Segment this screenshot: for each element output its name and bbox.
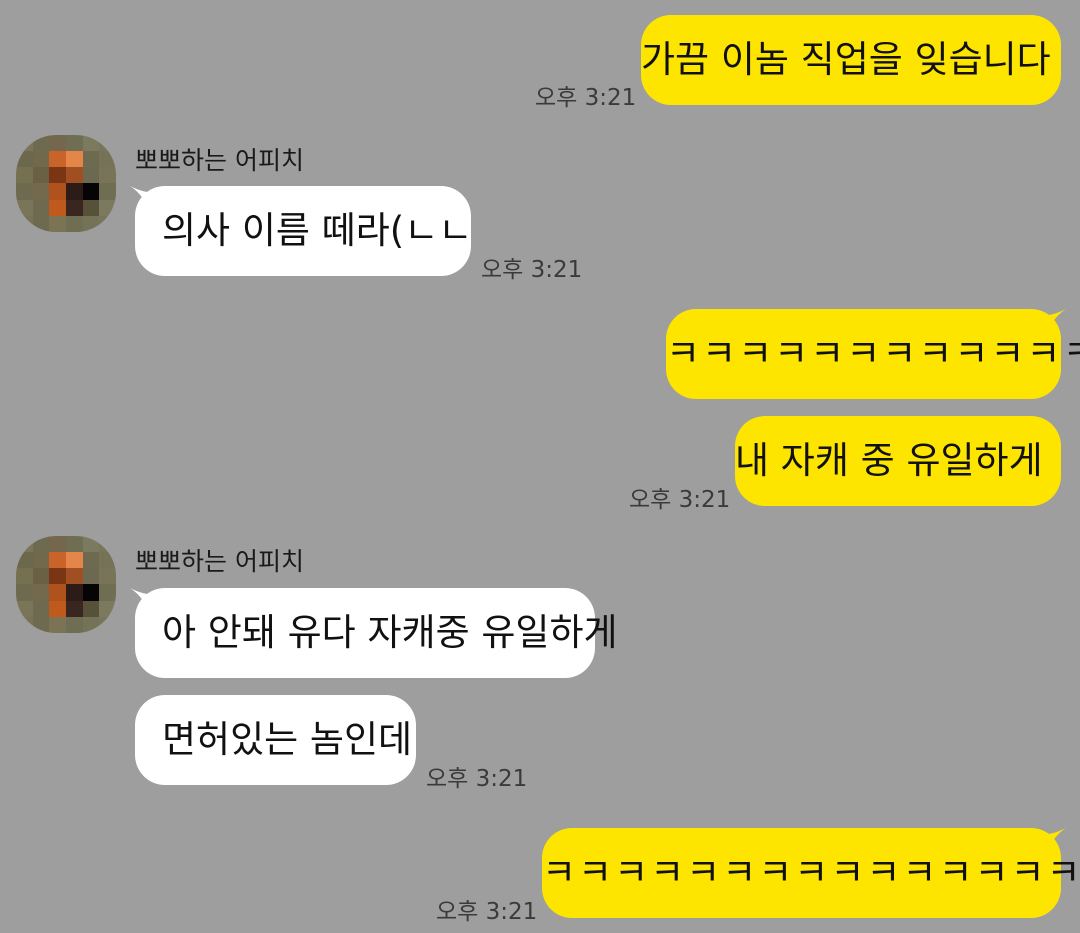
avatar[interactable] [16, 536, 116, 633]
message-timestamp: 오후 3:21 [436, 899, 538, 925]
message-bubble-other[interactable]: 면허있는 놈인데 [135, 695, 416, 785]
message-bubble-mine[interactable]: 가끔 이놈 직업을 잊습니다 [641, 15, 1061, 105]
message-bubble-other[interactable]: 아 안돼 유다 자캐중 유일하게 [135, 588, 618, 678]
message-bubble-mine[interactable]: ㅋㅋㅋㅋㅋㅋㅋㅋㅋㅋㅋㅋ [666, 309, 1080, 399]
avatar[interactable] [16, 135, 116, 232]
message-bubble-mine[interactable]: ㅋㅋㅋㅋㅋㅋㅋㅋㅋㅋㅋㅋㅋㅋㅋㅋ [542, 828, 1080, 918]
message-timestamp: 오후 3:21 [426, 766, 528, 792]
message-bubble-mine[interactable]: 내 자캐 중 유일하게 [735, 416, 1061, 506]
sender-name: 뽀뽀하는 어피치 [135, 146, 304, 175]
message-timestamp: 오후 3:21 [629, 487, 731, 513]
message-bubble-other[interactable]: 의사 이름 떼라(ㄴㄴ [135, 186, 472, 276]
message-timestamp: 오후 3:21 [535, 85, 637, 111]
sender-name: 뽀뽀하는 어피치 [135, 547, 304, 576]
message-timestamp: 오후 3:21 [481, 257, 583, 283]
